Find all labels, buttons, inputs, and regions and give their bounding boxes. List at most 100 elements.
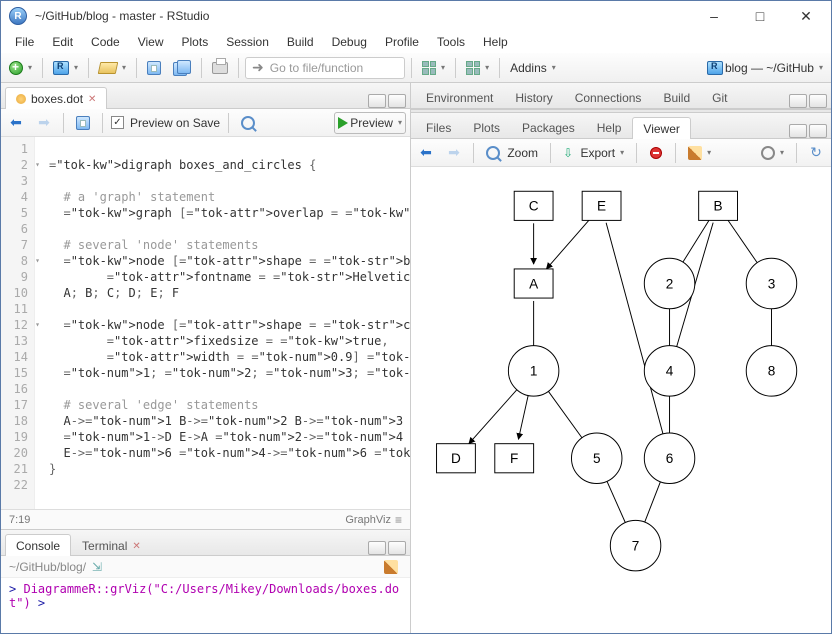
- menu-tools[interactable]: Tools: [429, 33, 473, 51]
- minimize-viewer-button[interactable]: [789, 124, 807, 138]
- project-menu[interactable]: blog — ~/GitHub: [703, 57, 827, 79]
- svg-text:2: 2: [666, 276, 674, 291]
- menu-edit[interactable]: Edit: [44, 33, 81, 51]
- search-icon: [241, 116, 255, 130]
- tab-build[interactable]: Build: [652, 86, 701, 109]
- plus-icon: [9, 61, 23, 75]
- tools-dropdown[interactable]: [418, 57, 449, 79]
- menu-help[interactable]: Help: [475, 33, 516, 51]
- arrow-right-icon: ➡: [448, 144, 460, 161]
- svg-text:F: F: [510, 451, 518, 466]
- tab-history[interactable]: History: [504, 86, 563, 109]
- tab-files[interactable]: Files: [415, 116, 462, 139]
- svg-text:E: E: [597, 199, 606, 214]
- tab-connections[interactable]: Connections: [564, 86, 653, 109]
- tab-label: boxes.dot: [31, 92, 83, 106]
- back-button[interactable]: ⬅: [5, 112, 27, 134]
- print-button[interactable]: [208, 57, 232, 79]
- console-path-bar: ~/GitHub/blog/ ⇲: [1, 556, 410, 578]
- menu-debug[interactable]: Debug: [324, 33, 375, 51]
- project-icon: [707, 61, 723, 75]
- svg-text:5: 5: [593, 451, 601, 466]
- clear-console-button[interactable]: [380, 556, 402, 578]
- language-dropdown-icon[interactable]: ≡: [395, 513, 402, 527]
- tab-console[interactable]: Console: [5, 534, 71, 556]
- tab-boxes-dot[interactable]: boxes.dot ✕: [5, 87, 107, 109]
- project-icon: [53, 61, 69, 75]
- svg-text:D: D: [451, 451, 461, 466]
- clear-viewer-button[interactable]: [684, 142, 715, 164]
- rstudio-icon: R: [9, 7, 27, 25]
- export-button[interactable]: ⇩ Export: [559, 142, 628, 164]
- env-tabs: Environment History Connections Build Gi…: [411, 83, 831, 109]
- preview-button[interactable]: Preview: [334, 112, 406, 134]
- menu-build[interactable]: Build: [279, 33, 322, 51]
- forward-button[interactable]: ➡: [33, 112, 55, 134]
- maximize-env-button[interactable]: [809, 94, 827, 108]
- open-file-button[interactable]: [95, 57, 130, 79]
- minimize-button[interactable]: –: [691, 1, 737, 31]
- save-all-button[interactable]: [169, 57, 195, 79]
- menu-plots[interactable]: Plots: [174, 33, 217, 51]
- maximize-console-button[interactable]: [388, 541, 406, 555]
- preview-on-save-checkbox[interactable]: ✓: [111, 116, 124, 129]
- save-button[interactable]: [143, 57, 165, 79]
- new-project-button[interactable]: [49, 57, 82, 79]
- panes-dropdown[interactable]: [462, 57, 493, 79]
- menu-file[interactable]: File: [7, 33, 42, 51]
- cursor-position: 7:19: [9, 514, 30, 526]
- tab-packages[interactable]: Packages: [511, 116, 586, 139]
- menu-profile[interactable]: Profile: [377, 33, 427, 51]
- viewer-toolbar: ⬅ ➡ Zoom ⇩ Export ↻: [411, 139, 831, 167]
- viewer-forward-button[interactable]: ➡: [443, 142, 465, 164]
- menu-session[interactable]: Session: [218, 33, 277, 51]
- tab-environment[interactable]: Environment: [415, 86, 504, 109]
- save-icon: [76, 116, 90, 130]
- arrow-left-icon: ⬅: [10, 114, 22, 131]
- svg-text:8: 8: [768, 364, 776, 379]
- folder-open-icon: [98, 62, 119, 74]
- save-source-button[interactable]: [72, 112, 94, 134]
- viewer-settings-button[interactable]: [757, 142, 788, 164]
- menu-code[interactable]: Code: [83, 33, 128, 51]
- preview-on-save-label: Preview on Save: [130, 116, 220, 130]
- maximize-pane-button[interactable]: [388, 94, 406, 108]
- close-terminal-icon[interactable]: ✕: [132, 541, 140, 552]
- minimize-env-button[interactable]: [789, 94, 807, 108]
- minimize-console-button[interactable]: [368, 541, 386, 555]
- console-path: ~/GitHub/blog/: [9, 560, 86, 574]
- console-output[interactable]: > DiagrammeR::grViz("C:/Users/Mikey/Down…: [1, 578, 410, 633]
- export-icon: ⇩: [563, 146, 573, 160]
- tab-plots[interactable]: Plots: [462, 116, 511, 139]
- tab-help2[interactable]: Help: [586, 116, 633, 139]
- maximize-button[interactable]: □: [737, 1, 783, 31]
- refresh-icon: ↻: [810, 144, 822, 161]
- source-statusbar: 7:19 GraphViz ≡: [1, 509, 410, 529]
- language-label: GraphViz: [345, 514, 391, 526]
- new-file-button[interactable]: [5, 57, 36, 79]
- menu-view[interactable]: View: [130, 33, 172, 51]
- panes-icon: [466, 61, 480, 75]
- minimize-pane-button[interactable]: [368, 94, 386, 108]
- code-editor[interactable]: 12345678910111213141516171819202122 ="to…: [1, 137, 410, 509]
- close-tab-icon[interactable]: ✕: [88, 94, 96, 105]
- run-icon: [338, 117, 348, 129]
- addins-dropdown[interactable]: Addins: [506, 57, 560, 79]
- refresh-viewer-button[interactable]: ↻: [805, 142, 827, 164]
- arrow-left-icon: ⬅: [420, 144, 432, 161]
- tab-viewer[interactable]: Viewer: [632, 117, 690, 139]
- tab-git[interactable]: Git: [701, 86, 738, 109]
- maximize-viewer-button[interactable]: [809, 124, 827, 138]
- remove-viewer-button[interactable]: [645, 142, 667, 164]
- zoom-button[interactable]: Zoom: [482, 142, 542, 164]
- tab-terminal[interactable]: Terminal ✕: [71, 534, 152, 556]
- close-button[interactable]: ✕: [783, 1, 829, 31]
- find-button[interactable]: [237, 112, 259, 134]
- viewer-tabs: Files Plots Packages Help Viewer: [411, 113, 831, 139]
- save-icon: [147, 61, 161, 75]
- goto-placeholder: Go to file/function: [270, 61, 363, 75]
- remove-icon: [650, 147, 662, 159]
- viewer-back-button[interactable]: ⬅: [415, 142, 437, 164]
- goto-input[interactable]: ➜ Go to file/function: [245, 57, 405, 79]
- svg-text:4: 4: [666, 364, 674, 379]
